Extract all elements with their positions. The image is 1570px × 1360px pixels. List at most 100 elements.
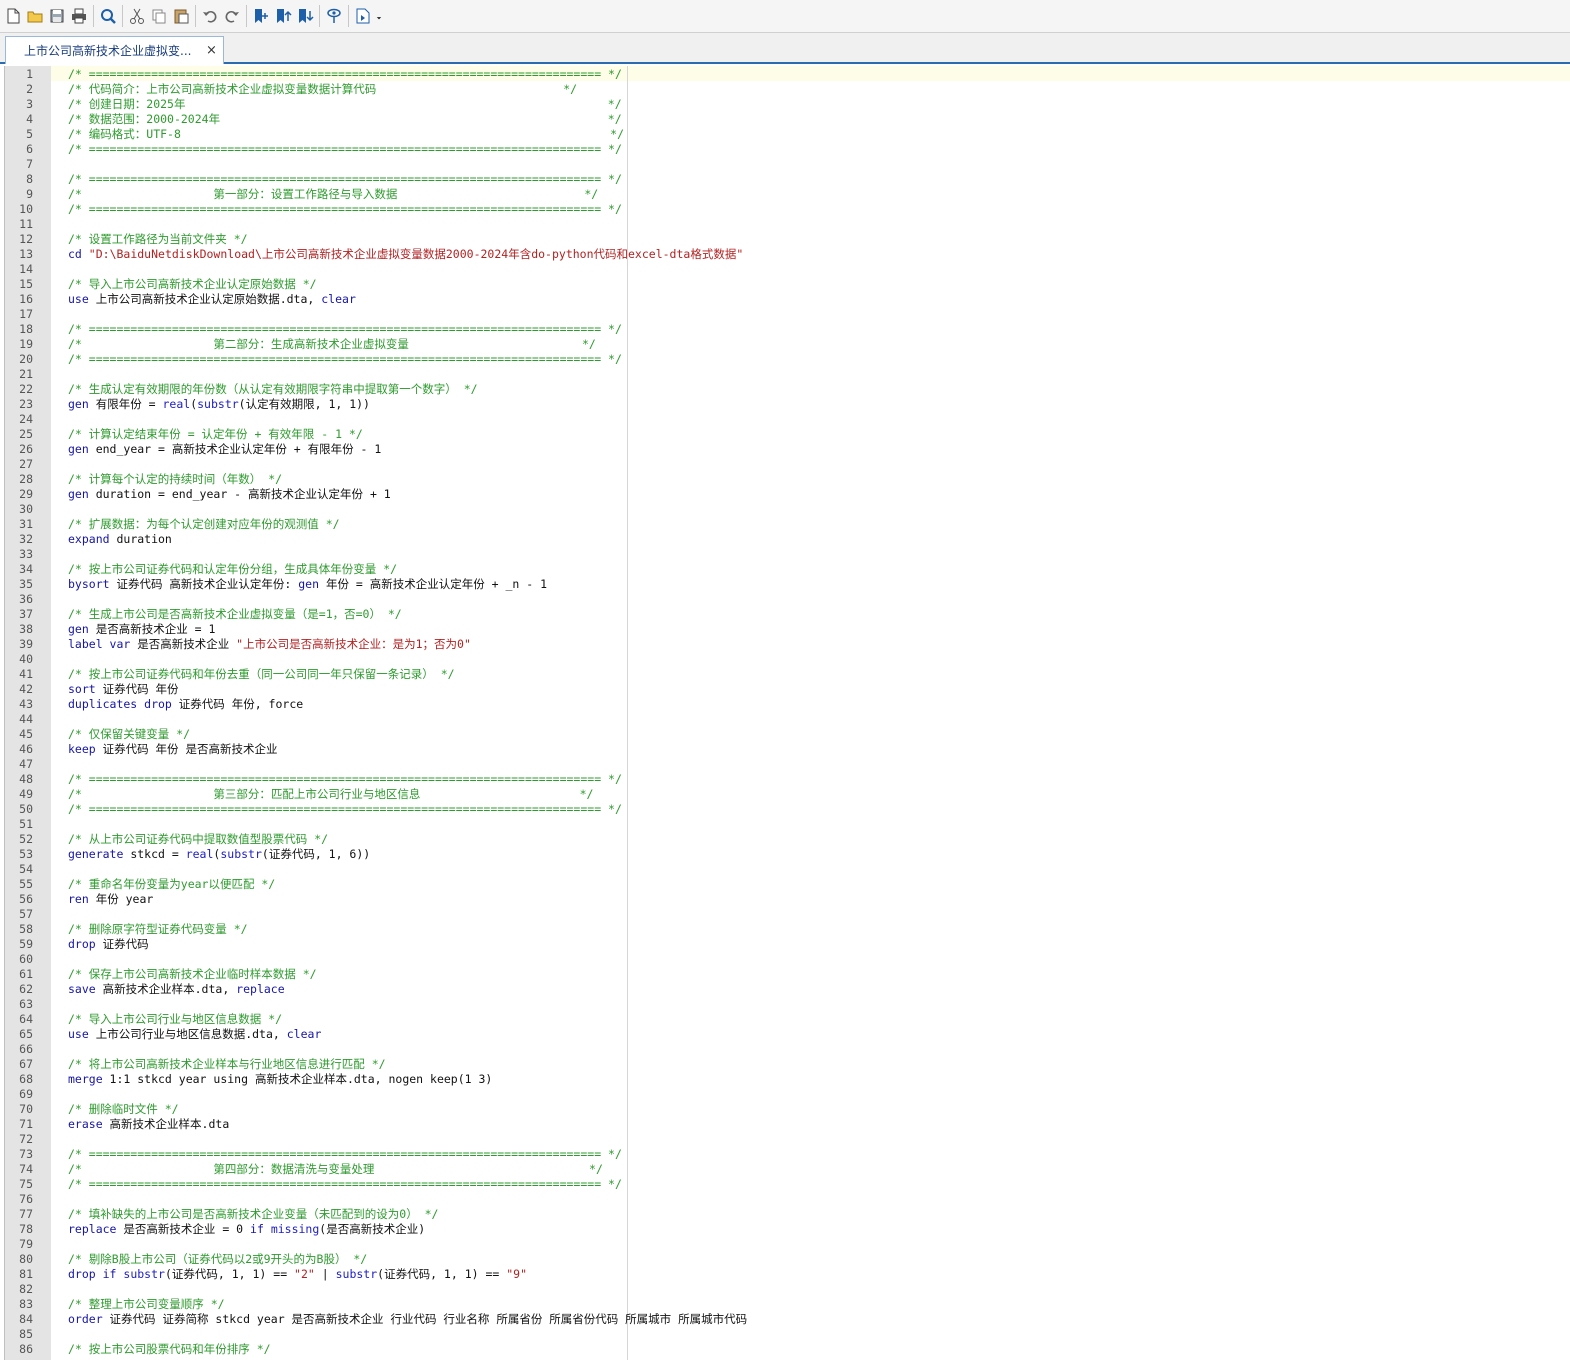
code-line[interactable]: 36	[5, 592, 1570, 607]
code-line[interactable]: 73 /* ===================================…	[5, 1147, 1570, 1162]
code-line[interactable]: 35 bysort 证券代码 高新技术企业认定年份: gen 年份 = 高新技术企…	[5, 577, 1570, 592]
code-line[interactable]: 46 keep 证券代码 年份 是否高新技术企业	[5, 742, 1570, 757]
code-line[interactable]: 65 use 上市公司行业与地区信息数据.dta, clear	[5, 1027, 1570, 1042]
code-line[interactable]: 37 /* 生成上市公司是否高新技术企业虚拟变量（是=1，否=0） */	[5, 607, 1570, 622]
code-line[interactable]: 53 generate stkcd = real(substr(证券代码, 1, …	[5, 847, 1570, 862]
code-line[interactable]: 57	[5, 907, 1570, 922]
code-line[interactable]: 80 /* 剔除B股上市公司（证券代码以2或9开头的为B股） */	[5, 1252, 1570, 1267]
print-icon[interactable]	[68, 4, 90, 28]
code-line[interactable]: 81 drop if substr(证券代码, 1, 1) == "2" | su…	[5, 1267, 1570, 1282]
code-line[interactable]: 85	[5, 1327, 1570, 1342]
code-line[interactable]: 7	[5, 157, 1570, 172]
code-line[interactable]: 42 sort 证券代码 年份	[5, 682, 1570, 697]
code-line[interactable]: 52 /* 从上市公司证券代码中提取数值型股票代码 */	[5, 832, 1570, 847]
code-line[interactable]: 3 /* 创建日期：2025年 */	[5, 97, 1570, 112]
code-line[interactable]: 68 merge 1:1 stkcd year using 高新技术企业样本.dt…	[5, 1072, 1570, 1087]
code-line[interactable]: 10 /* ===================================…	[5, 202, 1570, 217]
code-line[interactable]: 50 /* ===================================…	[5, 802, 1570, 817]
undo-icon[interactable]	[199, 4, 221, 28]
code-line[interactable]: 24	[5, 412, 1570, 427]
code-line[interactable]: 47	[5, 757, 1570, 772]
code-line[interactable]: 44	[5, 712, 1570, 727]
dropdown-arrow-icon[interactable]	[374, 4, 384, 28]
code-line[interactable]: 5 /* 编码格式：UTF-8 */	[5, 127, 1570, 142]
code-line[interactable]: 51	[5, 817, 1570, 832]
code-line[interactable]: 4 /* 数据范围：2000-2024年 */	[5, 112, 1570, 127]
code-line[interactable]: 34 /* 按上市公司证券代码和认定年份分组，生成具体年份变量 */	[5, 562, 1570, 577]
code-line[interactable]: 66	[5, 1042, 1570, 1057]
do-file-icon[interactable]	[352, 4, 374, 28]
code-line[interactable]: 86 /* 按上市公司股票代码和年份排序 */	[5, 1342, 1570, 1357]
code-line[interactable]: 29 gen duration = end_year - 高新技术企业认定年份 +…	[5, 487, 1570, 502]
code-line[interactable]: 69	[5, 1087, 1570, 1102]
code-line[interactable]: 12 /* 设置工作路径为当前文件夹 */	[5, 232, 1570, 247]
code-line[interactable]: 75 /* ===================================…	[5, 1177, 1570, 1192]
code-line[interactable]: 30	[5, 502, 1570, 517]
code-line[interactable]: 74 /* 第四部分：数据清洗与变量处理 */	[5, 1162, 1570, 1177]
code-line[interactable]: 84 order 证券代码 证券简称 stkcd year 是否高新技术企业 行业…	[5, 1312, 1570, 1327]
show-hide-icon[interactable]	[323, 4, 345, 28]
code-line[interactable]: 61 /* 保存上市公司高新技术企业临时样本数据 */	[5, 967, 1570, 982]
code-line[interactable]: 39 label var 是否高新技术企业 "上市公司是否高新技术企业：是为1；否…	[5, 637, 1570, 652]
bookmark-prev-icon[interactable]	[272, 4, 294, 28]
code-line[interactable]: 23 gen 有限年份 = real(substr(认定有效期限, 1, 1))	[5, 397, 1570, 412]
code-line[interactable]: 32 expand duration	[5, 532, 1570, 547]
code-line[interactable]: 2 /* 代码简介：上市公司高新技术企业虚拟变量数据计算代码 */	[5, 82, 1570, 97]
search-icon[interactable]	[97, 4, 119, 28]
code-line[interactable]: 22 /* 生成认定有效期限的年份数（从认定有效期限字符串中提取第一个数字） */	[5, 382, 1570, 397]
code-line[interactable]: 17	[5, 307, 1570, 322]
copy-icon[interactable]	[148, 4, 170, 28]
code-line[interactable]: 21	[5, 367, 1570, 382]
code-line[interactable]: 20 /* ===================================…	[5, 352, 1570, 367]
code-line[interactable]: 16 use 上市公司高新技术企业认定原始数据.dta, clear	[5, 292, 1570, 307]
code-line[interactable]: 58 /* 删除原字符型证券代码变量 */	[5, 922, 1570, 937]
cut-icon[interactable]	[126, 4, 148, 28]
code-line[interactable]: 82	[5, 1282, 1570, 1297]
code-line[interactable]: 72	[5, 1132, 1570, 1147]
save-icon[interactable]	[46, 4, 68, 28]
code-line[interactable]: 41 /* 按上市公司证券代码和年份去重（同一公司同一年只保留一条记录） */	[5, 667, 1570, 682]
code-line[interactable]: 76	[5, 1192, 1570, 1207]
code-line[interactable]: 55 /* 重命名年份变量为year以便匹配 */	[5, 877, 1570, 892]
paste-icon[interactable]	[170, 4, 192, 28]
code-line[interactable]: 14	[5, 262, 1570, 277]
code-line[interactable]: 79	[5, 1237, 1570, 1252]
new-file-icon[interactable]	[2, 4, 24, 28]
code-line[interactable]: 70 /* 删除临时文件 */	[5, 1102, 1570, 1117]
code-line[interactable]: 25 /* 计算认定结束年份 = 认定年份 + 有效年限 - 1 */	[5, 427, 1570, 442]
tab-do-file[interactable]: 上市公司高新技术企业虚拟变... ×	[5, 36, 224, 64]
code-line[interactable]: 60	[5, 952, 1570, 967]
code-line[interactable]: 59 drop 证券代码	[5, 937, 1570, 952]
redo-icon[interactable]	[221, 4, 243, 28]
code-line[interactable]: 54	[5, 862, 1570, 877]
code-line[interactable]: 62 save 高新技术企业样本.dta, replace	[5, 982, 1570, 997]
code-line[interactable]: 18 /* ===================================…	[5, 322, 1570, 337]
code-line[interactable]: 27	[5, 457, 1570, 472]
open-folder-icon[interactable]	[24, 4, 46, 28]
code-line[interactable]: 8 /* ====================================…	[5, 172, 1570, 187]
code-line[interactable]: 31 /* 扩展数据：为每个认定创建对应年份的观测值 */	[5, 517, 1570, 532]
code-line[interactable]: 71 erase 高新技术企业样本.dta	[5, 1117, 1570, 1132]
code-line[interactable]: 33	[5, 547, 1570, 562]
code-line[interactable]: 6 /* ====================================…	[5, 142, 1570, 157]
close-icon[interactable]: ×	[206, 43, 217, 58]
code-line[interactable]: 13 cd "D:\BaiduNetdiskDownload\上市公司高新技术企业…	[5, 247, 1570, 262]
code-line[interactable]: 1 /* ====================================…	[5, 67, 1570, 82]
code-line[interactable]: 11	[5, 217, 1570, 232]
code-line[interactable]: 15 /* 导入上市公司高新技术企业认定原始数据 */	[5, 277, 1570, 292]
code-line[interactable]: 64 /* 导入上市公司行业与地区信息数据 */	[5, 1012, 1570, 1027]
code-line[interactable]: 45 /* 仅保留关键变量 */	[5, 727, 1570, 742]
bookmark-toggle-icon[interactable]	[250, 4, 272, 28]
code-line[interactable]: 49 /* 第三部分：匹配上市公司行业与地区信息 */	[5, 787, 1570, 802]
code-line[interactable]: 48 /* ===================================…	[5, 772, 1570, 787]
code-line[interactable]: 38 gen 是否高新技术企业 = 1	[5, 622, 1570, 637]
code-editor[interactable]: 1 /* ====================================…	[4, 66, 1570, 1360]
code-line[interactable]: 9 /* 第一部分：设置工作路径与导入数据 */	[5, 187, 1570, 202]
code-line[interactable]: 28 /* 计算每个认定的持续时间（年数） */	[5, 472, 1570, 487]
code-line[interactable]: 78 replace 是否高新技术企业 = 0 if missing(是否高新技术…	[5, 1222, 1570, 1237]
code-line[interactable]: 83 /* 整理上市公司变量顺序 */	[5, 1297, 1570, 1312]
code-line[interactable]: 56 ren 年份 year	[5, 892, 1570, 907]
code-line[interactable]: 67 /* 将上市公司高新技术企业样本与行业地区信息进行匹配 */	[5, 1057, 1570, 1072]
code-line[interactable]: 63	[5, 997, 1570, 1012]
code-line[interactable]: 26 gen end_year = 高新技术企业认定年份 + 有限年份 - 1	[5, 442, 1570, 457]
